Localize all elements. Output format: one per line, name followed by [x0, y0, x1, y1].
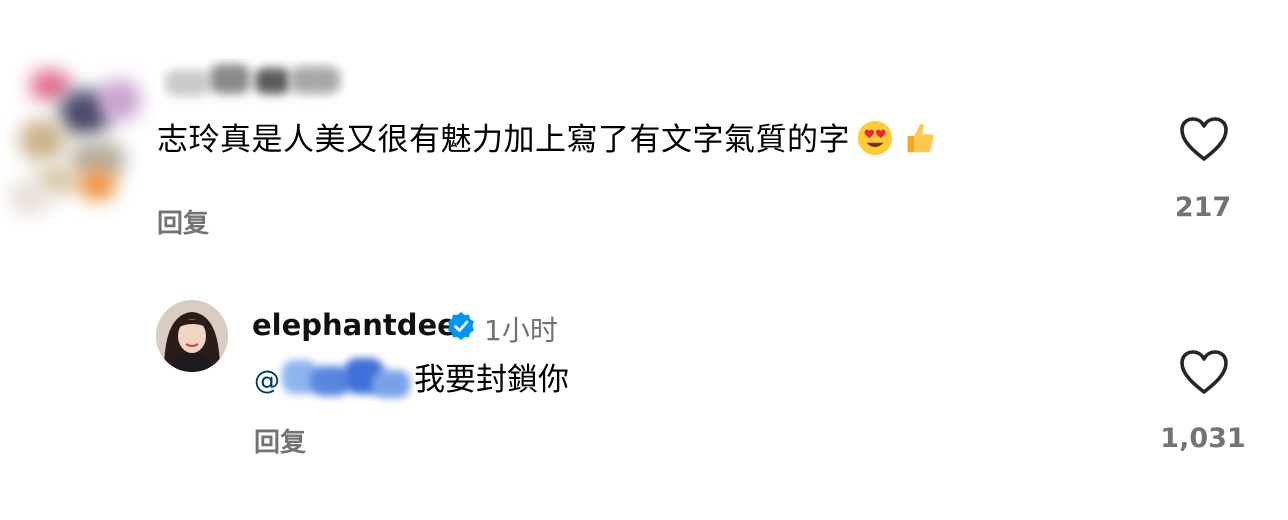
reply-button[interactable]: 回复 — [254, 422, 306, 459]
like-count: 217 — [1174, 192, 1232, 223]
verified-badge-icon — [448, 312, 474, 340]
comment-text: 志玲真是人美又很有魅力加上寫了有文字氣質的字 — [157, 118, 938, 162]
mention-at-sign: @ — [254, 366, 280, 396]
timestamp: 1小时 — [484, 314, 558, 347]
username-blurred[interactable] — [160, 58, 350, 106]
profile-photo — [156, 300, 228, 372]
like-count: 1,031 — [1160, 423, 1246, 454]
username[interactable]: elephantdee — [252, 308, 457, 342]
comment-body: 我要封鎖你 — [414, 362, 569, 398]
avatar[interactable] — [0, 50, 158, 225]
heart-outline-icon[interactable] — [1178, 348, 1230, 396]
comment-body: 志玲真是人美又很有魅力加上寫了有文字氣質的字 — [157, 122, 850, 158]
thumbs-up-emoji — [907, 123, 934, 153]
reply-button[interactable]: 回复 — [157, 203, 209, 240]
heart-outline-icon[interactable] — [1178, 115, 1230, 163]
heart-eyes-emoji — [857, 120, 893, 156]
avatar[interactable] — [156, 300, 228, 372]
